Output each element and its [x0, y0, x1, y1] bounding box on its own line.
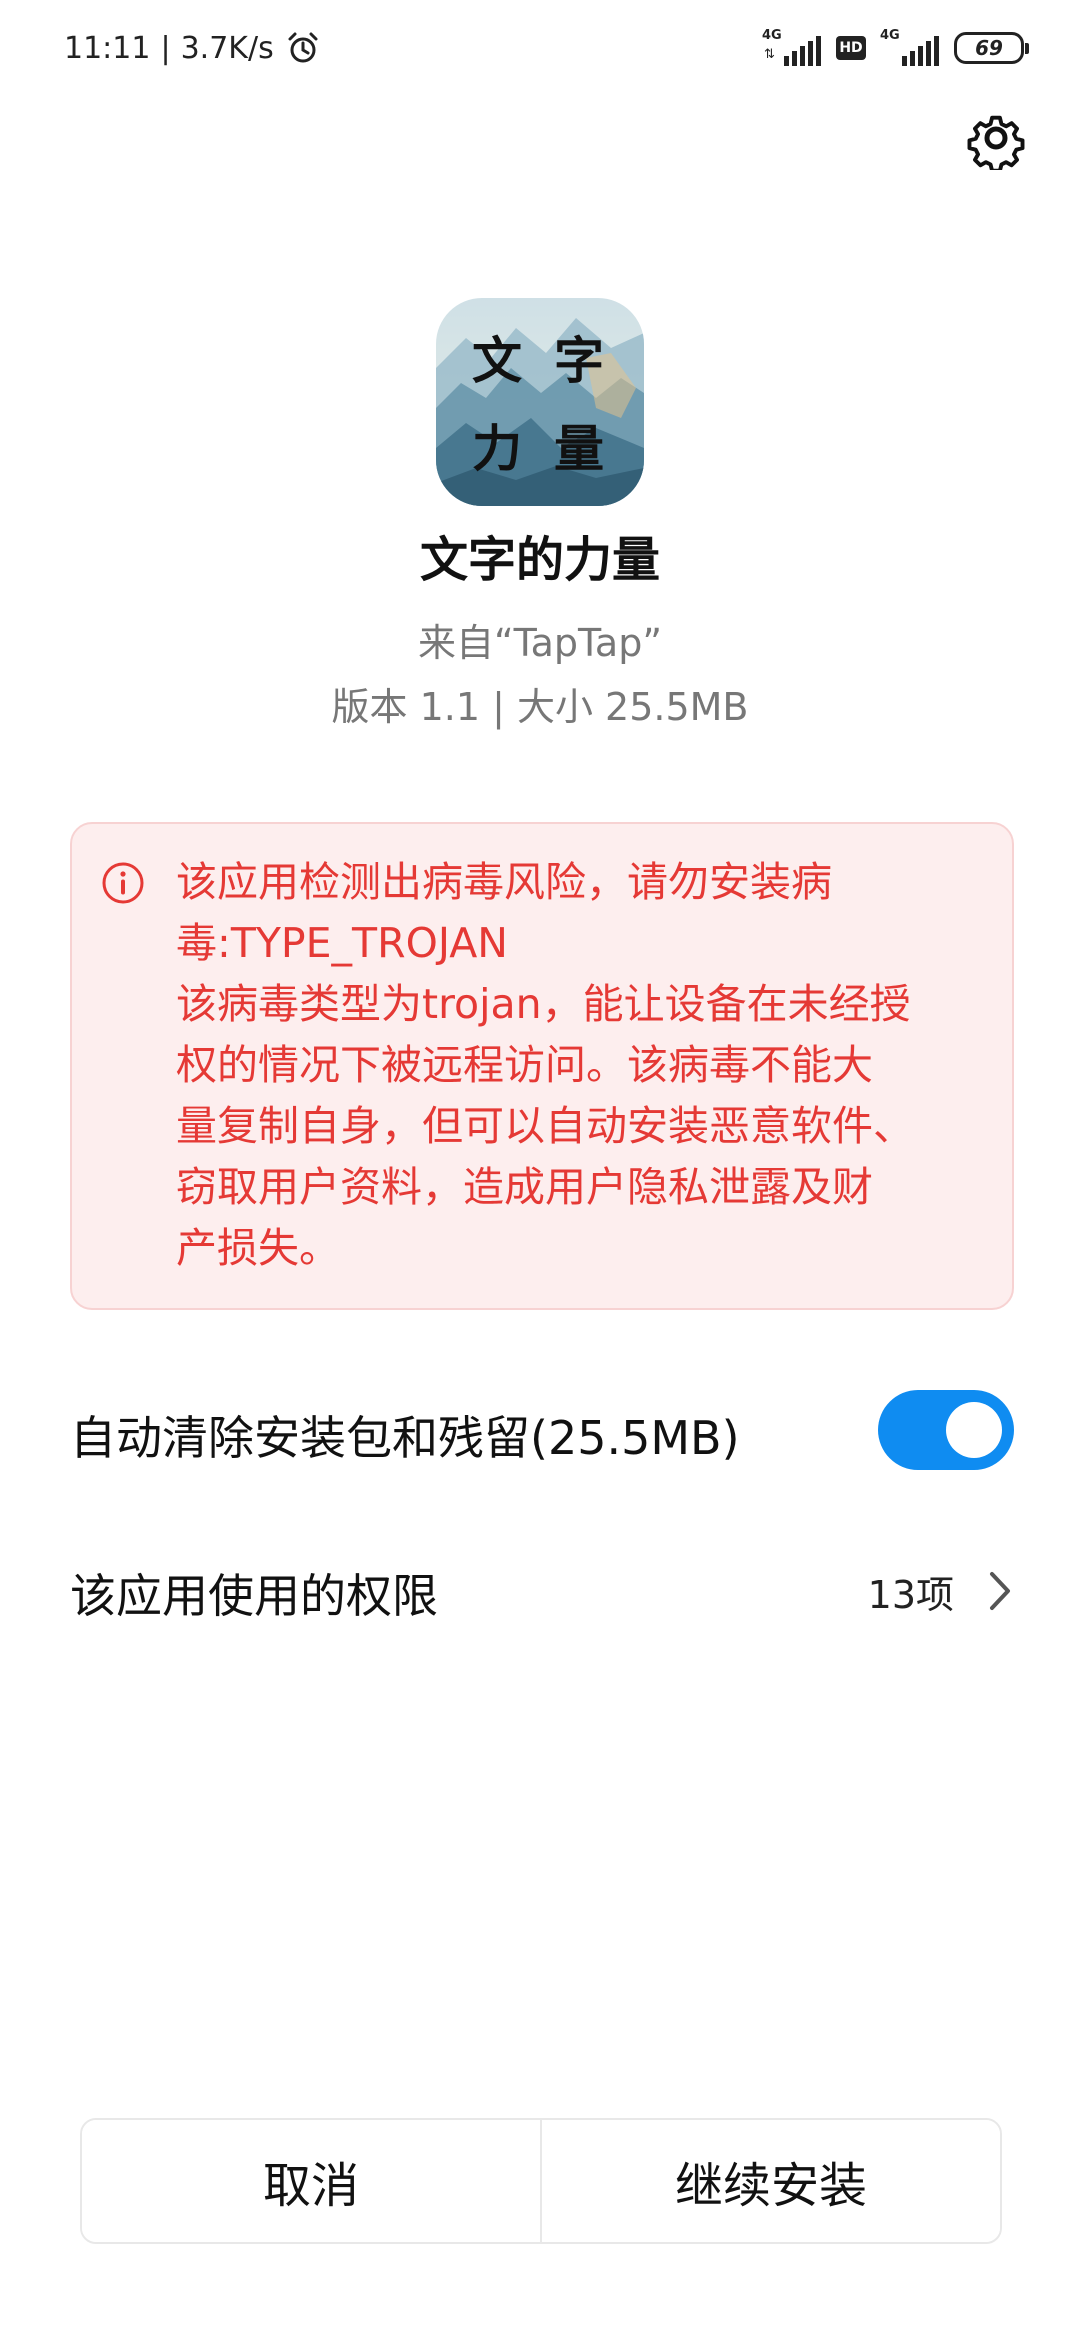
- virus-warning-text: 该应用检测出病毒风险，请勿安装病 毒:TYPE_TROJAN 该病毒类型为tro…: [176, 852, 996, 1279]
- info-circle-icon: [102, 862, 144, 904]
- app-version-size: 版本 1.1 | 大小 25.5MB: [331, 685, 749, 729]
- warning-line: 窃取用户资料，造成用户隐私泄露及财: [176, 1163, 873, 1211]
- warning-line: 该应用检测出病毒风险，请勿安装病: [176, 858, 832, 906]
- auto-clean-label: 自动清除安装包和残留(25.5MB): [70, 1411, 740, 1465]
- app-source: 来自“TapTap”: [417, 621, 663, 665]
- app-icon-char-2: 字: [554, 331, 604, 390]
- continue-install-button[interactable]: 继续安装: [540, 2120, 1000, 2242]
- app-icon-char-3: 力: [472, 419, 522, 478]
- action-button-bar: 取消 继续安装: [80, 2118, 1002, 2244]
- status-separator: |: [160, 30, 171, 66]
- app-icon-artwork: 文 字 力 量: [436, 298, 644, 506]
- warning-line: 产损失。: [176, 1224, 340, 1272]
- warning-line: 毒:TYPE_TROJAN: [176, 919, 508, 967]
- app-icon-char-4: 量: [554, 419, 604, 478]
- alarm-clock-icon: [288, 32, 318, 63]
- app-name: 文字的力量: [419, 532, 660, 588]
- sim1-signal: 4G ⇅: [762, 28, 822, 66]
- data-activity-icon: ⇅: [764, 47, 775, 62]
- sim1-network-label: 4G: [762, 28, 782, 43]
- warning-line: 权的情况下被远程访问。该病毒不能大: [176, 1041, 873, 1089]
- chevron-right-icon: [990, 1572, 1010, 1610]
- sim2-network-label: 4G: [880, 28, 900, 43]
- sim2-signal: 4G: [880, 28, 940, 66]
- status-left: 11:11 | 3.7K/s: [64, 28, 320, 68]
- virus-warning-card: 该应用检测出病毒风险，请勿安装病 毒:TYPE_TROJAN 该病毒类型为tro…: [70, 822, 1014, 1310]
- permissions-label: 该应用使用的权限: [70, 1569, 438, 1623]
- battery-indicator: 69: [954, 32, 1029, 64]
- hd-badge: HD: [836, 36, 866, 60]
- gear-icon[interactable]: [964, 106, 1028, 170]
- signal-bars-icon: [784, 36, 821, 66]
- battery-level: 69: [975, 36, 1003, 60]
- auto-clean-toggle[interactable]: [878, 1390, 1014, 1470]
- status-bar: 11:11 | 3.7K/s 4G ⇅ HD 4G 69: [0, 0, 1080, 96]
- signal-bars-icon: [902, 36, 939, 66]
- status-time: 11:11: [64, 30, 151, 66]
- app-icon-char-1: 文: [472, 331, 522, 390]
- cancel-button[interactable]: 取消: [82, 2120, 540, 2242]
- network-speed: 3.7K/s: [180, 30, 274, 66]
- auto-clean-row[interactable]: 自动清除安装包和残留(25.5MB): [70, 1380, 1014, 1480]
- permissions-row[interactable]: 该应用使用的权限 13项: [70, 1548, 1014, 1638]
- warning-line: 量复制自身，但可以自动安装恶意软件、: [176, 1102, 914, 1150]
- toggle-knob: [946, 1402, 1002, 1458]
- permissions-count: 13项: [867, 1573, 954, 1617]
- warning-line: 该病毒类型为trojan，能让设备在未经授: [176, 980, 911, 1028]
- app-icon: 文 字 力 量: [436, 298, 644, 506]
- status-right: 4G ⇅ HD 4G 69: [762, 28, 1029, 68]
